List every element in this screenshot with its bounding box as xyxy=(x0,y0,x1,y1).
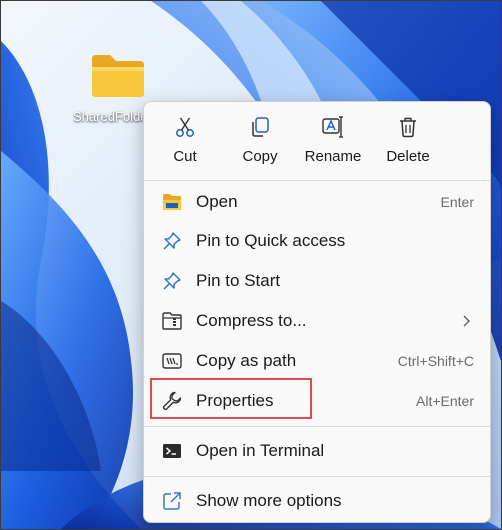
copy-path-icon xyxy=(162,353,182,369)
menu-item-show-more-options[interactable]: Show more options xyxy=(148,482,486,520)
screenshot-frame: SharedFolder Cut Copy Rename Delete Open… xyxy=(0,0,502,530)
quick-actions-bar: Cut Copy Rename Delete xyxy=(144,102,490,174)
trash-icon xyxy=(400,117,416,138)
menu-item-pin-quick-access[interactable]: Pin to Quick access xyxy=(148,222,486,260)
copy-label: Copy xyxy=(242,148,278,165)
pin-icon xyxy=(163,272,181,290)
compress-to-label: Compress to... xyxy=(196,311,307,330)
menu-item-compress-to[interactable]: Compress to... xyxy=(148,302,486,340)
copy-button[interactable]: Copy xyxy=(221,110,299,168)
pin-icon xyxy=(163,232,181,250)
context-menu: Cut Copy Rename Delete Open Enter Pin to… xyxy=(143,101,491,523)
folder-icon xyxy=(163,194,181,210)
pin-to-start-label: Pin to Start xyxy=(196,271,281,290)
rename-button[interactable]: Rename xyxy=(294,110,372,168)
copy-icon xyxy=(252,117,269,137)
show-more-options-label: Show more options xyxy=(196,491,342,510)
cut-label: Cut xyxy=(173,148,197,165)
external-link-icon xyxy=(163,492,181,510)
menu-item-copy-as-path[interactable]: Copy as path Ctrl+Shift+C xyxy=(148,342,486,380)
open-label: Open xyxy=(196,192,238,211)
properties-highlight-annotation xyxy=(150,378,312,419)
cut-button[interactable]: Cut xyxy=(146,110,224,168)
rename-icon xyxy=(322,116,343,138)
terminal-icon xyxy=(163,444,181,458)
menu-divider xyxy=(144,476,490,477)
properties-shortcut: Alt+Enter xyxy=(416,393,474,409)
chevron-right-icon xyxy=(463,315,470,327)
copy-as-path-label: Copy as path xyxy=(196,351,297,370)
copy-as-path-shortcut: Ctrl+Shift+C xyxy=(397,353,474,369)
menu-divider xyxy=(144,180,490,181)
menu-item-open[interactable]: Open Enter xyxy=(148,183,486,221)
zip-folder-icon xyxy=(162,312,182,330)
open-in-terminal-label: Open in Terminal xyxy=(196,441,325,460)
open-shortcut: Enter xyxy=(440,194,474,210)
menu-item-open-in-terminal[interactable]: Open in Terminal xyxy=(148,432,486,470)
menu-divider xyxy=(144,426,490,427)
rename-label: Rename xyxy=(304,148,362,165)
delete-label: Delete xyxy=(386,148,430,165)
scissors-icon xyxy=(176,117,194,137)
delete-button[interactable]: Delete xyxy=(369,110,447,168)
pin-quick-access-label: Pin to Quick access xyxy=(196,231,346,250)
folder-icon xyxy=(92,55,144,97)
menu-item-pin-to-start[interactable]: Pin to Start xyxy=(148,262,486,300)
